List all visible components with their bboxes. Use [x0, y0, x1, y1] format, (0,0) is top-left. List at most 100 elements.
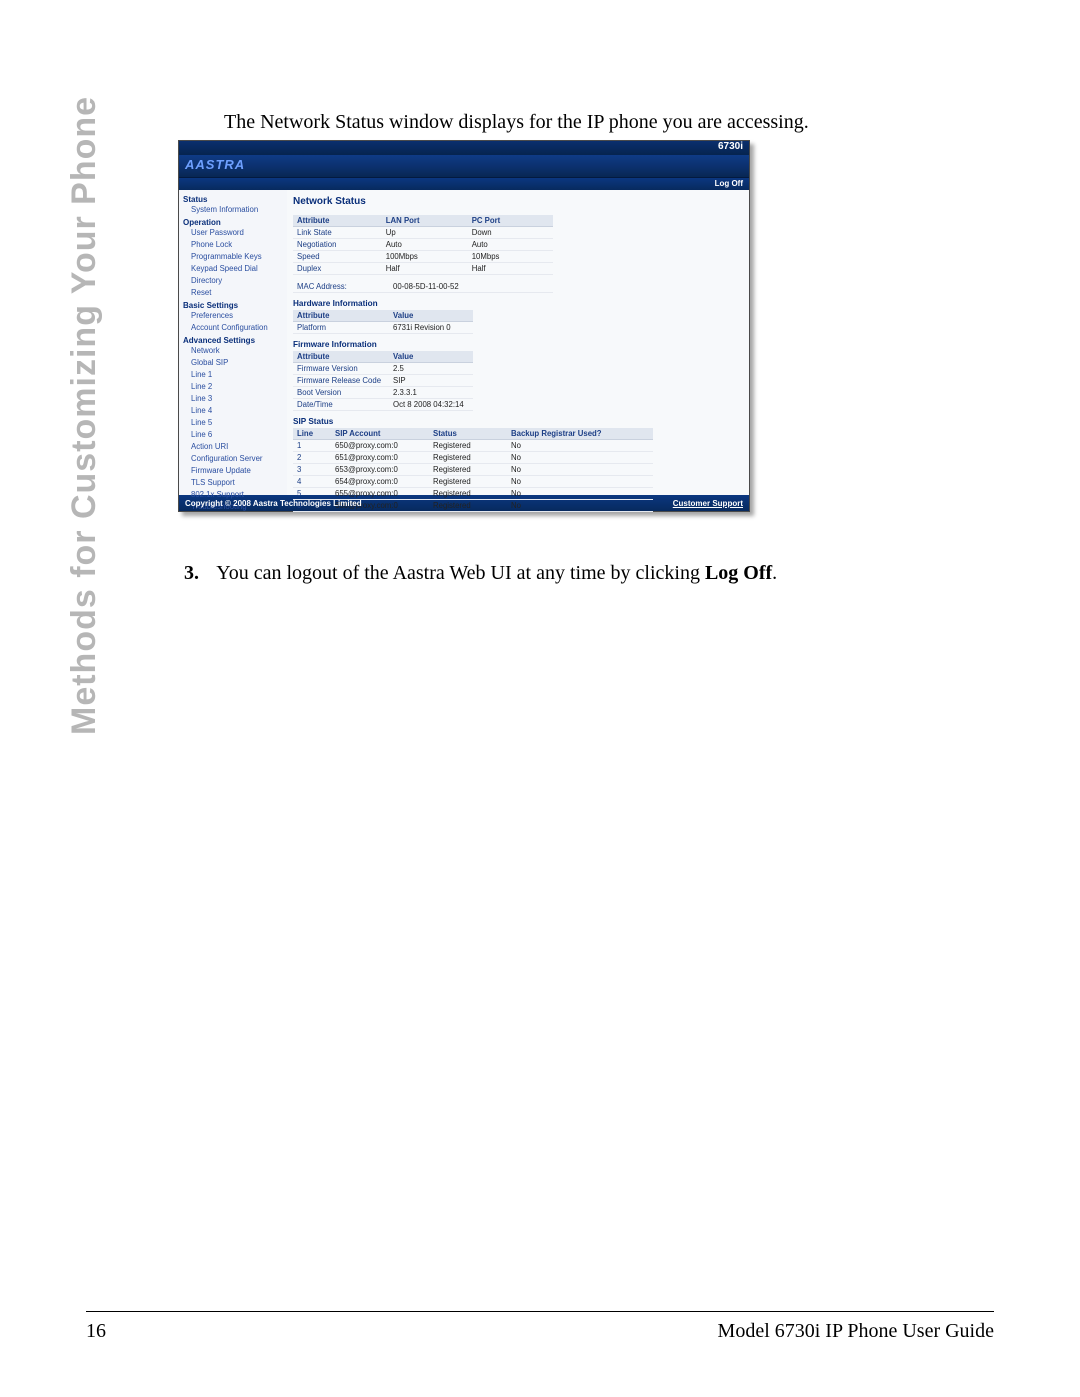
- cell: No: [507, 476, 653, 488]
- table-row: Boot Version2.3.3.1: [293, 387, 473, 399]
- cell: 2: [293, 452, 331, 464]
- cell: 3: [293, 464, 331, 476]
- step-3: 3. You can logout of the Aastra Web UI a…: [184, 562, 984, 585]
- cell: Auto: [382, 239, 468, 251]
- cell: 100Mbps: [382, 251, 468, 263]
- cell: Boot Version: [293, 387, 389, 399]
- sidebar-item[interactable]: Line 5: [183, 417, 285, 429]
- cell: Speed: [293, 251, 382, 263]
- cell: 651@proxy.com:0: [331, 452, 429, 464]
- footer-rule: [86, 1311, 994, 1312]
- sidebar-item[interactable]: Programmable Keys: [183, 251, 285, 263]
- sidebar-item[interactable]: Line 3: [183, 393, 285, 405]
- cell: Registered: [429, 488, 507, 500]
- cell: 654@proxy.com:0: [331, 476, 429, 488]
- sidebar-header: Operation: [183, 218, 285, 227]
- col-header: Backup Registrar Used?: [507, 428, 653, 440]
- cell: No: [507, 452, 653, 464]
- cell: SIP: [389, 375, 473, 387]
- cell: No: [507, 464, 653, 476]
- side-section-title: Methods for Customizing Your Phone: [65, 96, 104, 735]
- cell: 2.3.3.1: [389, 387, 473, 399]
- table-row: Platform6731i Revision 0: [293, 322, 473, 334]
- table-row: Date/TimeOct 8 2008 04:32:14: [293, 399, 473, 411]
- step-text-b: .: [772, 562, 777, 584]
- table-row: 1650@proxy.com:0RegisteredNo: [293, 440, 653, 452]
- cell: Link State: [293, 227, 382, 239]
- col-header: Status: [429, 428, 507, 440]
- table-row: NegotiationAutoAuto: [293, 239, 553, 251]
- sidebar-header: Basic Settings: [183, 301, 285, 310]
- ss-sidebar: StatusSystem Information OperationUser Pa…: [179, 190, 287, 495]
- cell: Up: [382, 227, 468, 239]
- step-bold: Log Off: [705, 562, 772, 584]
- col-header: Attribute: [293, 310, 389, 322]
- cell: Negotiation: [293, 239, 382, 251]
- doc-title: Model 6730i IP Phone User Guide: [718, 1320, 994, 1343]
- sidebar-item[interactable]: User Password: [183, 227, 285, 239]
- page-number: 16: [86, 1320, 106, 1343]
- fw-table: AttributeValueFirmware Version2.5Firmwar…: [293, 351, 473, 411]
- customer-support-link[interactable]: Customer Support: [673, 499, 743, 508]
- mac-table: MAC Address: 00-08-5D-11-00-52: [293, 281, 553, 293]
- mac-label: MAC Address:: [293, 281, 389, 293]
- mac-value: 00-08-5D-11-00-52: [389, 281, 537, 293]
- table-row: Link StateUpDown: [293, 227, 553, 239]
- cell: Registered: [429, 476, 507, 488]
- sidebar-item[interactable]: System Information: [183, 204, 285, 216]
- ss-main: Network Status AttributeLAN PortPC PortL…: [287, 190, 749, 495]
- cell: Registered: [429, 464, 507, 476]
- sidebar-header: Advanced Settings: [183, 336, 285, 345]
- sidebar-item[interactable]: Preferences: [183, 310, 285, 322]
- copyright: Copyright © 2008 Aastra Technologies Lim…: [185, 499, 362, 508]
- cell: 2.5: [389, 363, 473, 375]
- port-table: AttributeLAN PortPC PortLink StateUpDown…: [293, 215, 553, 275]
- ss-brand-bar: AASTRA: [179, 155, 749, 178]
- cell: 4: [293, 476, 331, 488]
- sidebar-item[interactable]: Reset: [183, 287, 285, 299]
- sidebar-item[interactable]: Phone Lock: [183, 239, 285, 251]
- cell: Half: [468, 263, 553, 275]
- cell: 1: [293, 440, 331, 452]
- sidebar-item[interactable]: Action URI: [183, 441, 285, 453]
- col-header: SIP Account: [331, 428, 429, 440]
- sip-header: SIP Status: [293, 417, 743, 426]
- logoff-link[interactable]: Log Off: [715, 179, 743, 188]
- sidebar-item[interactable]: Directory: [183, 275, 285, 287]
- cell: Firmware Release Code: [293, 375, 389, 387]
- brand-text: AASTRA: [185, 157, 245, 172]
- cell: Platform: [293, 322, 389, 334]
- sidebar-item[interactable]: Keypad Speed Dial: [183, 263, 285, 275]
- cell: Date/Time: [293, 399, 389, 411]
- sidebar-item[interactable]: Account Configuration: [183, 322, 285, 334]
- col-header: PC Port: [468, 215, 553, 227]
- fw-header: Firmware Information: [293, 340, 743, 349]
- table-row: 2651@proxy.com:0RegisteredNo: [293, 452, 653, 464]
- cell: No: [507, 488, 653, 500]
- sidebar-item[interactable]: TLS Support: [183, 477, 285, 489]
- col-header: Value: [389, 351, 473, 363]
- hw-header: Hardware Information: [293, 299, 743, 308]
- table-row: Firmware Release CodeSIP: [293, 375, 473, 387]
- sidebar-header: Status: [183, 195, 285, 204]
- col-header: Attribute: [293, 351, 389, 363]
- ss-titlebar: 6730i: [179, 141, 749, 155]
- cell: Registered: [429, 452, 507, 464]
- ss-subbar: Log Off: [179, 178, 749, 190]
- cell: Registered: [429, 440, 507, 452]
- col-header: Line: [293, 428, 331, 440]
- sidebar-item[interactable]: Firmware Update: [183, 465, 285, 477]
- cell: No: [507, 440, 653, 452]
- cell: Firmware Version: [293, 363, 389, 375]
- sidebar-item[interactable]: Global SIP: [183, 357, 285, 369]
- sidebar-item[interactable]: Configuration Server: [183, 453, 285, 465]
- table-row: DuplexHalfHalf: [293, 263, 553, 275]
- sidebar-item[interactable]: Line 2: [183, 381, 285, 393]
- table-row: 4654@proxy.com:0RegisteredNo: [293, 476, 653, 488]
- sidebar-item[interactable]: Network: [183, 345, 285, 357]
- sidebar-item[interactable]: Line 1: [183, 369, 285, 381]
- sidebar-item[interactable]: Line 4: [183, 405, 285, 417]
- col-header: Value: [389, 310, 473, 322]
- table-row: Firmware Version2.5: [293, 363, 473, 375]
- sidebar-item[interactable]: Line 6: [183, 429, 285, 441]
